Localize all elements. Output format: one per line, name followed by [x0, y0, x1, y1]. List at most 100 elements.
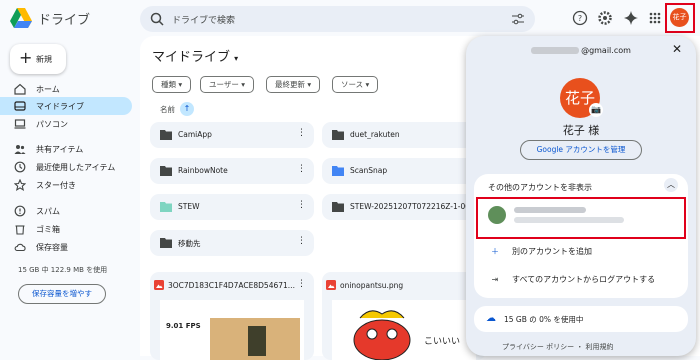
folder-item[interactable]: duet_rakuten	[322, 122, 486, 148]
folder-name: RainbowNote	[178, 166, 228, 175]
new-button[interactable]: + 新規	[10, 44, 66, 74]
file-card[interactable]: oninopantsu.png こいいい	[322, 272, 486, 360]
page-title[interactable]: マイドライブ ▾	[152, 46, 238, 65]
storage-usage-text: 15 GB 中 122.9 MB を使用	[18, 266, 108, 274]
character-silhouette	[248, 326, 266, 356]
footer-links[interactable]: プライバシー ポリシー ・ 利用規約	[502, 342, 614, 352]
email-domain: @gmail.com	[581, 46, 631, 55]
sidebar-item-trash[interactable]: ゴミ箱	[0, 220, 132, 238]
logout-icon: ⇥	[491, 275, 499, 284]
highlight-account-box	[476, 197, 686, 239]
spam-icon	[14, 205, 26, 217]
sidebar-item-storage[interactable]: 保存容量	[0, 238, 132, 256]
caret-down-icon: ▾	[234, 54, 239, 63]
folder-icon	[332, 130, 344, 140]
more-options-icon[interactable]: ⋮	[297, 279, 306, 289]
folder-item[interactable]: STEW-20251207T072216Z-1-001	[322, 194, 486, 220]
sidebar-item-label: 最近使用したアイテム	[36, 163, 116, 172]
accounts-toggle-label[interactable]: その他のアカウントを非表示	[488, 182, 592, 193]
folder-name: duet_rakuten	[350, 130, 400, 139]
folder-name: CamiApp	[178, 130, 212, 139]
help-icon[interactable]: ?	[572, 10, 588, 26]
filter-label: 種類	[161, 80, 176, 89]
redacted-email-bar	[531, 47, 580, 54]
sidebar-item-shared[interactable]: 共有アイテム	[0, 140, 132, 158]
plus-icon: +	[19, 48, 33, 67]
folder-icon	[160, 202, 172, 212]
search-icon[interactable]	[150, 12, 164, 26]
file-name: oninopantsu.png	[340, 281, 404, 290]
app-name[interactable]: ドライブ	[38, 9, 90, 28]
folder-icon	[160, 166, 172, 176]
filter-people[interactable]: ユーザー ▾	[200, 76, 255, 93]
folder-item[interactable]: STEW ⋮	[150, 194, 314, 220]
chevron-up-icon[interactable]: ︿	[664, 178, 678, 192]
caret-down-icon: ▾	[178, 80, 183, 89]
highlight-avatar-box	[665, 3, 695, 33]
folder-icon	[332, 202, 344, 212]
search-bar[interactable]: ドライブで検索	[140, 6, 535, 32]
search-options-icon[interactable]	[511, 13, 525, 25]
manage-account-button[interactable]: Google アカウントを管理	[520, 140, 642, 160]
sidebar-item-recent[interactable]: 最近使用したアイテム	[0, 158, 132, 176]
drive-logo-icon[interactable]	[10, 8, 32, 28]
sidebar-item-label: スパム	[36, 207, 60, 216]
thumbnail-text: こいいい	[424, 337, 461, 347]
sidebar-item-label: マイドライブ	[36, 102, 84, 111]
apps-grid-icon[interactable]	[647, 10, 663, 26]
filter-label: 最終更新	[275, 80, 305, 89]
more-options-icon[interactable]: ⋮	[297, 164, 306, 174]
filter-source[interactable]: ソース ▾	[332, 76, 379, 93]
folder-item[interactable]: CamiApp ⋮	[150, 122, 314, 148]
caret-down-icon: ▾	[241, 80, 246, 89]
sidebar-item-home[interactable]: ホーム	[0, 80, 132, 98]
plus-icon: ＋	[491, 247, 499, 256]
account-panel: @gmail.com ✕ 花子 📷 花子 様 Google アカウントを管理 そ…	[466, 36, 696, 356]
file-card[interactable]: 3OC7D183C1F4D7ACE8D54671... ⋮ 9.01 FPS	[150, 272, 314, 360]
sidebar-item-label: パソコン	[36, 120, 68, 129]
storage-summary[interactable]: ☁ 15 GB の 0% を使用中	[474, 306, 688, 332]
sort-label[interactable]: 名前	[160, 104, 175, 115]
get-more-storage-button[interactable]: 保存容量を増やす	[18, 284, 106, 304]
filter-modified[interactable]: 最終更新 ▾	[266, 76, 321, 93]
storage-summary-text: 15 GB の 0% を使用中	[504, 315, 584, 324]
folder-icon	[332, 166, 344, 176]
sidebar-item-label: スター付き	[36, 181, 76, 190]
svg-text:?: ?	[578, 14, 582, 23]
more-options-icon[interactable]: ⋮	[297, 236, 306, 246]
logout-all-button[interactable]: ⇥ すべてのアカウントからログアウトする	[488, 274, 655, 285]
filter-type[interactable]: 種類 ▾	[152, 76, 192, 93]
thumbnail-text: 9.01 FPS	[166, 322, 201, 330]
folder-name: STEW	[178, 202, 200, 211]
camera-icon[interactable]: 📷	[589, 103, 603, 117]
file-thumbnail: 9.01 FPS	[160, 300, 304, 360]
page-title-text: マイドライブ	[152, 50, 231, 65]
sidebar-item-label: 保存容量	[36, 243, 68, 252]
top-bar: ドライブ ドライブで検索 ? 花子	[0, 0, 700, 36]
gemini-icon[interactable]	[623, 10, 639, 26]
clock-icon	[14, 161, 26, 173]
sidebar-item-spam[interactable]: スパム	[0, 202, 132, 220]
greeting: 花子 様	[562, 124, 600, 137]
settings-icon[interactable]	[597, 10, 613, 26]
sidebar-item-my-drive[interactable]: マイドライブ	[0, 97, 132, 115]
file-thumbnail: こいいい	[332, 300, 476, 360]
more-options-icon[interactable]: ⋮	[297, 128, 306, 138]
my-drive-icon	[14, 101, 26, 111]
sort-direction-icon[interactable]: ↑	[180, 102, 194, 116]
new-button-label: 新規	[36, 55, 52, 64]
close-icon[interactable]: ✕	[672, 42, 682, 56]
sidebar-item-label: 共有アイテム	[36, 145, 84, 154]
more-options-icon[interactable]: ⋮	[297, 200, 306, 210]
folder-icon	[160, 130, 172, 140]
add-account-button[interactable]: ＋ 別のアカウントを追加	[488, 246, 592, 257]
sidebar-item-computers[interactable]: パソコン	[0, 115, 132, 133]
folder-item[interactable]: ScanSnap	[322, 158, 486, 184]
sidebar-item-starred[interactable]: スター付き	[0, 176, 132, 194]
folder-item[interactable]: RainbowNote ⋮	[150, 158, 314, 184]
star-icon	[14, 179, 26, 191]
home-icon	[14, 83, 26, 95]
folder-item[interactable]: 移動先 ⋮	[150, 230, 314, 256]
filter-label: ユーザー	[209, 80, 239, 89]
cloud-icon	[14, 243, 26, 252]
